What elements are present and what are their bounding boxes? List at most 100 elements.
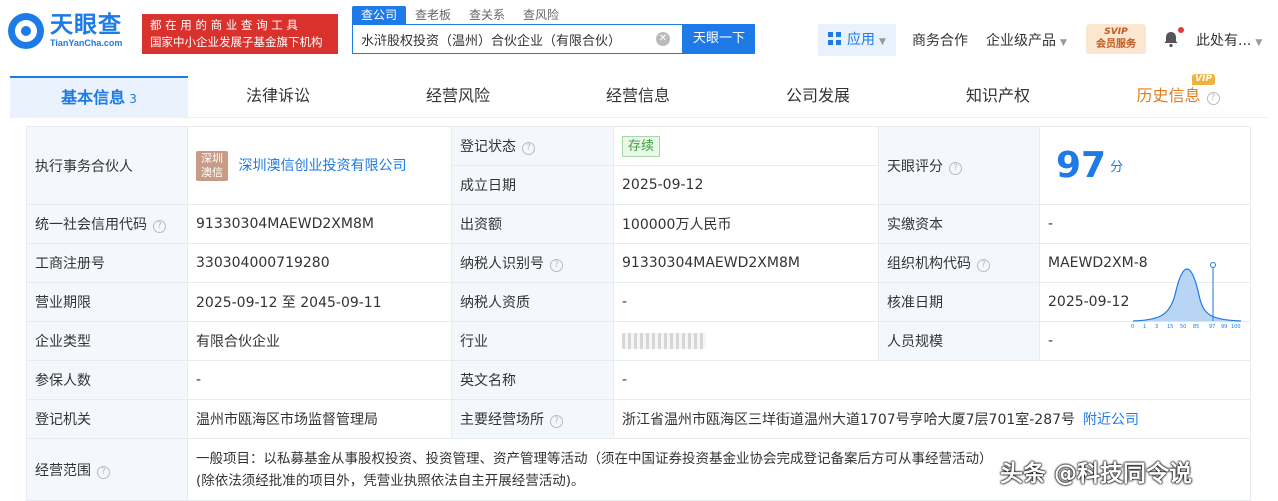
- org-code-key: 组织机构代码?: [878, 243, 1040, 283]
- nearby-companies-link[interactable]: 附近公司: [1083, 412, 1139, 428]
- tab-history-label: 历史信息: [1136, 86, 1201, 105]
- table-row: 参保人数 - 英文名称 -: [26, 360, 1251, 400]
- blurred-industry: [622, 333, 706, 349]
- search-box: ✕: [352, 24, 683, 54]
- found-date-value: 2025-09-12: [613, 165, 879, 205]
- reg-status-key: 登记状态?: [451, 126, 614, 166]
- caret-down-icon: ▼: [879, 37, 886, 47]
- search-input[interactable]: [353, 25, 643, 53]
- score-distribution-chart: 0 1 3 15 50 85 97 99 100: [1131, 261, 1241, 329]
- address-key: 主要经营场所?: [451, 399, 614, 439]
- found-date-label: 成立日期: [451, 165, 614, 205]
- table-row: 执行事务合伙人 深圳澳信 深圳澳信创业投资有限公司 登记状态? 存续 天眼评分?…: [26, 126, 1251, 329]
- search-tab-relation[interactable]: 查关系: [460, 6, 514, 24]
- help-icon[interactable]: ?: [949, 161, 962, 175]
- type-label: 企业类型: [26, 321, 188, 361]
- score-value: 97: [1056, 145, 1107, 186]
- term-label: 营业期限: [26, 282, 188, 322]
- slogan-banner: 都 在 用 的 商 业 查 询 工 具 国家中小企业发展子基金旗下机构: [142, 14, 338, 54]
- tab-legal[interactable]: 法律诉讼: [188, 76, 368, 118]
- score-axis-tick: 97: [1209, 324, 1215, 329]
- status-badge: 存续: [622, 135, 661, 157]
- scope-label: 经营范围: [35, 462, 91, 479]
- basic-info-table: 执行事务合伙人 深圳澳信 深圳澳信创业投资有限公司 登记状态? 存续 天眼评分?…: [26, 126, 1251, 501]
- search-tab-company[interactable]: 查公司: [352, 6, 407, 24]
- score-key: 天眼评分?: [878, 126, 1040, 205]
- tab-ip[interactable]: 知识产权: [908, 76, 1088, 118]
- scope-key: 经营范围?: [26, 438, 188, 501]
- search-tab-risk[interactable]: 查风险: [514, 6, 568, 24]
- industry-value: [613, 321, 879, 361]
- authority-label: 登记机关: [26, 399, 188, 439]
- help-icon[interactable]: ?: [1206, 92, 1220, 105]
- vip-service-button[interactable]: SVIP 会员服务: [1086, 24, 1146, 54]
- notification-dot: [1178, 27, 1184, 33]
- score-axis-tick: 100: [1231, 324, 1241, 329]
- term-value: 2025-09-12 至 2045-09-11: [187, 282, 452, 322]
- tab-risk[interactable]: 经营风险: [368, 76, 548, 118]
- paid-capital-label: 实缴资本: [878, 204, 1040, 244]
- tab-basic-info-label: 基本信息: [61, 88, 126, 107]
- search-button[interactable]: 天眼一下: [683, 24, 755, 54]
- tab-history[interactable]: 历史信息?: [1088, 76, 1268, 118]
- taxpayer-qual-value: -: [613, 282, 879, 322]
- logo-domain: TianYanCha.com: [50, 38, 123, 48]
- enterprise-products-label: 企业级产品: [986, 33, 1056, 49]
- grid-icon: [828, 32, 841, 45]
- score-axis-tick: 85: [1193, 324, 1199, 329]
- partner-link[interactable]: 深圳澳信创业投资有限公司: [238, 158, 406, 174]
- en-name-value: -: [613, 360, 1251, 400]
- credit-code-label: 统一社会信用代码: [35, 217, 147, 233]
- help-icon[interactable]: ?: [97, 465, 110, 479]
- user-menu[interactable]: 此处有... ▼: [1196, 30, 1262, 50]
- enterprise-products-menu[interactable]: 企业级产品 ▼: [986, 30, 1067, 50]
- score-marker-dot: [1209, 261, 1216, 268]
- svip-label: SVIP: [1104, 27, 1128, 37]
- score-cell[interactable]: 97 分 0 1 3 15 50 85 97 99 100: [1039, 126, 1251, 329]
- help-icon[interactable]: ?: [977, 259, 990, 272]
- vip-service-label: 会员服务: [1096, 39, 1136, 50]
- partner-label: 执行事务合伙人: [26, 126, 188, 205]
- credit-code-key: 统一社会信用代码?: [26, 204, 188, 244]
- authority-value: 温州市瓯海区市场监督管理局: [187, 399, 452, 439]
- tianyancha-logo[interactable]: 天眼查 TianYanCha.com: [8, 12, 122, 49]
- help-icon[interactable]: ?: [550, 259, 563, 272]
- score-axis-tick: 99: [1221, 324, 1227, 329]
- score-axis-tick: 3: [1155, 324, 1158, 329]
- bell-icon[interactable]: [1162, 30, 1180, 48]
- slogan-line-1: 都 在 用 的 商 业 查 询 工 具: [150, 18, 298, 32]
- paid-capital-value: -: [1039, 204, 1251, 244]
- credit-code-value: 91330304MAEWD2XM8M: [187, 204, 452, 244]
- logo-title: 天眼查: [50, 12, 122, 38]
- search-tab-boss[interactable]: 查老板: [406, 6, 460, 24]
- watermark: 头条 @科技同令说: [1000, 461, 1193, 487]
- user-name: 此处有...: [1196, 33, 1252, 49]
- reg-status-label: 登记状态: [460, 139, 516, 155]
- app-menu-button[interactable]: 应用 ▼: [818, 24, 896, 56]
- help-icon[interactable]: ?: [550, 415, 563, 428]
- taxpayer-id-label: 纳税人识别号: [460, 256, 544, 272]
- help-icon[interactable]: ?: [153, 220, 166, 233]
- tab-basic-info[interactable]: 基本信息 3: [10, 76, 188, 118]
- type-value: 有限合伙企业: [187, 321, 452, 361]
- score-label: 天眼评分: [887, 158, 943, 175]
- score-axis-tick: 1: [1143, 324, 1146, 329]
- business-cooperation-link[interactable]: 商务合作: [912, 30, 968, 50]
- insured-label: 参保人数: [26, 360, 188, 400]
- table-row: 工商注册号 330304000719280 纳税人识别号? 91330304MA…: [26, 243, 1251, 283]
- help-icon[interactable]: ?: [522, 142, 535, 155]
- reg-no-label: 工商注册号: [26, 243, 188, 283]
- partner-cell: 深圳澳信 深圳澳信创业投资有限公司: [187, 126, 452, 205]
- score-unit: 分: [1110, 160, 1124, 175]
- address-label: 主要经营场所: [460, 412, 544, 428]
- score-axis-tick: 50: [1180, 324, 1186, 329]
- vip-tag: VIP: [1192, 74, 1215, 85]
- eye-logo-icon: [8, 12, 44, 49]
- tab-development[interactable]: 公司发展: [728, 76, 908, 118]
- insured-value: -: [187, 360, 452, 400]
- clear-icon[interactable]: ✕: [656, 32, 670, 46]
- tab-operations[interactable]: 经营信息: [548, 76, 728, 118]
- address-value: 浙江省温州市瓯海区三垟街道温州大道1707号亨哈大厦7层701室-287号: [622, 412, 1076, 428]
- table-row: 登记机关 温州市瓯海区市场监督管理局 主要经营场所? 浙江省温州市瓯海区三垟街道…: [26, 399, 1251, 439]
- taxpayer-id-key: 纳税人识别号?: [451, 243, 614, 283]
